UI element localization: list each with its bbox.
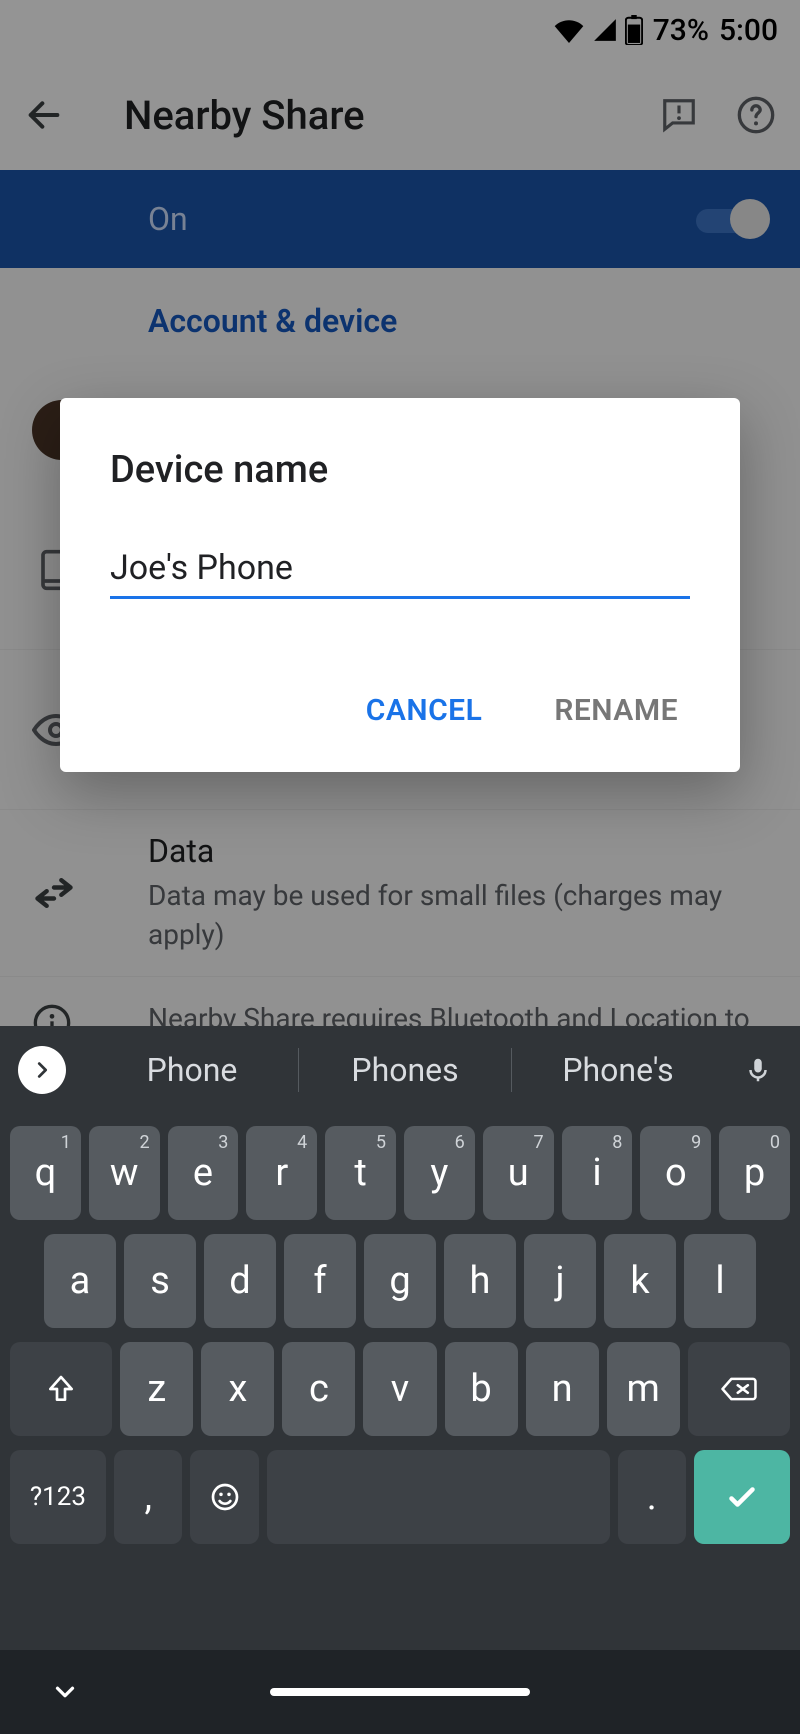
key-a[interactable]: a — [44, 1234, 116, 1328]
key-b[interactable]: b — [445, 1342, 518, 1436]
key-g[interactable]: g — [364, 1234, 436, 1328]
emoji-icon — [209, 1481, 241, 1513]
emoji-key[interactable] — [190, 1450, 259, 1544]
voice-input-button[interactable] — [734, 1055, 782, 1085]
mic-icon — [743, 1055, 773, 1085]
shift-key[interactable] — [10, 1342, 112, 1436]
key-o[interactable]: o9 — [640, 1126, 711, 1220]
shift-icon — [45, 1373, 77, 1405]
soft-keyboard[interactable]: Phone Phones Phone's q1w2e3r4t5y6u7i8o9p… — [0, 1026, 800, 1650]
expand-suggestions-button[interactable] — [18, 1046, 66, 1094]
key-f[interactable]: f — [284, 1234, 356, 1328]
key-s[interactable]: s — [124, 1234, 196, 1328]
key-c[interactable]: c — [282, 1342, 355, 1436]
key-d[interactable]: d — [204, 1234, 276, 1328]
key-y[interactable]: y6 — [404, 1126, 475, 1220]
comma-key[interactable]: , — [114, 1450, 183, 1544]
check-icon — [724, 1479, 760, 1515]
key-p[interactable]: p0 — [719, 1126, 790, 1220]
key-w[interactable]: w2 — [89, 1126, 160, 1220]
key-v[interactable]: v — [363, 1342, 436, 1436]
device-name-input[interactable] — [110, 548, 690, 588]
home-gesture-pill[interactable] — [270, 1688, 530, 1696]
key-j[interactable]: j — [524, 1234, 596, 1328]
key-h[interactable]: h — [444, 1234, 516, 1328]
period-key[interactable]: . — [618, 1450, 687, 1544]
symbols-key[interactable]: ?123 — [10, 1450, 106, 1544]
rename-button[interactable]: RENAME — [550, 679, 682, 742]
key-q[interactable]: q1 — [10, 1126, 81, 1220]
key-m[interactable]: m — [607, 1342, 680, 1436]
suggestion-1[interactable]: Phone — [86, 1051, 298, 1089]
key-r[interactable]: r4 — [246, 1126, 317, 1220]
chevron-right-icon — [31, 1059, 53, 1081]
chevron-down-icon — [50, 1677, 80, 1707]
navigation-bar — [0, 1650, 800, 1734]
dialog-title: Device name — [110, 448, 690, 492]
key-i[interactable]: i8 — [562, 1126, 633, 1220]
suggestion-2[interactable]: Phones — [299, 1051, 511, 1089]
key-z[interactable]: z — [120, 1342, 193, 1436]
device-name-dialog: Device name CANCEL RENAME — [60, 398, 740, 772]
key-e[interactable]: e3 — [168, 1126, 239, 1220]
enter-key[interactable] — [694, 1450, 790, 1544]
key-u[interactable]: u7 — [483, 1126, 554, 1220]
key-n[interactable]: n — [526, 1342, 599, 1436]
backspace-key[interactable] — [688, 1342, 790, 1436]
cancel-button[interactable]: CANCEL — [362, 679, 487, 742]
key-k[interactable]: k — [604, 1234, 676, 1328]
space-key[interactable] — [267, 1450, 610, 1544]
backspace-icon — [720, 1373, 758, 1405]
key-l[interactable]: l — [684, 1234, 756, 1328]
keyboard-dismiss-button[interactable] — [50, 1677, 80, 1707]
suggestion-3[interactable]: Phone's — [512, 1051, 724, 1089]
key-t[interactable]: t5 — [325, 1126, 396, 1220]
key-x[interactable]: x — [201, 1342, 274, 1436]
suggestion-bar: Phone Phones Phone's — [0, 1026, 800, 1114]
